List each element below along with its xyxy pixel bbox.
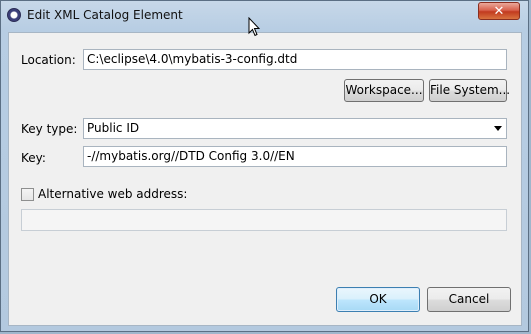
close-button[interactable]: ✕ [478, 2, 520, 20]
window-title: Edit XML Catalog Element [27, 8, 183, 22]
workspace-button[interactable]: Workspace... [344, 79, 424, 102]
dialog-content: Location: C:\eclipse\4.0\mybatis-3-confi… [8, 32, 522, 326]
key-label: Key: [21, 151, 46, 165]
key-type-select[interactable]: Public ID [83, 118, 507, 139]
ok-button[interactable]: OK [336, 287, 420, 312]
alternative-web-address-label: Alternative web address: [38, 187, 188, 201]
alternative-web-address-input[interactable] [21, 209, 507, 231]
cancel-button[interactable]: Cancel [427, 287, 511, 312]
location-label: Location: [21, 53, 76, 67]
key-input[interactable]: -//mybatis.org//DTD Config 3.0//EN [83, 146, 507, 167]
chevron-down-icon [494, 126, 502, 131]
location-input[interactable]: C:\eclipse\4.0\mybatis-3-config.dtd [83, 49, 507, 70]
app-icon [7, 8, 21, 22]
mouse-cursor-icon [248, 17, 260, 37]
key-type-label: Key type: [21, 122, 78, 136]
file-system-button[interactable]: File System... [429, 79, 510, 102]
title-bar[interactable]: Edit XML Catalog Element ✕ [1, 1, 528, 31]
key-type-selected: Public ID [87, 121, 140, 135]
alternative-web-address-checkbox[interactable] [21, 188, 34, 201]
close-icon: ✕ [493, 4, 505, 19]
dialog-window: Edit XML Catalog Element ✕ Location: C:\… [0, 0, 529, 332]
